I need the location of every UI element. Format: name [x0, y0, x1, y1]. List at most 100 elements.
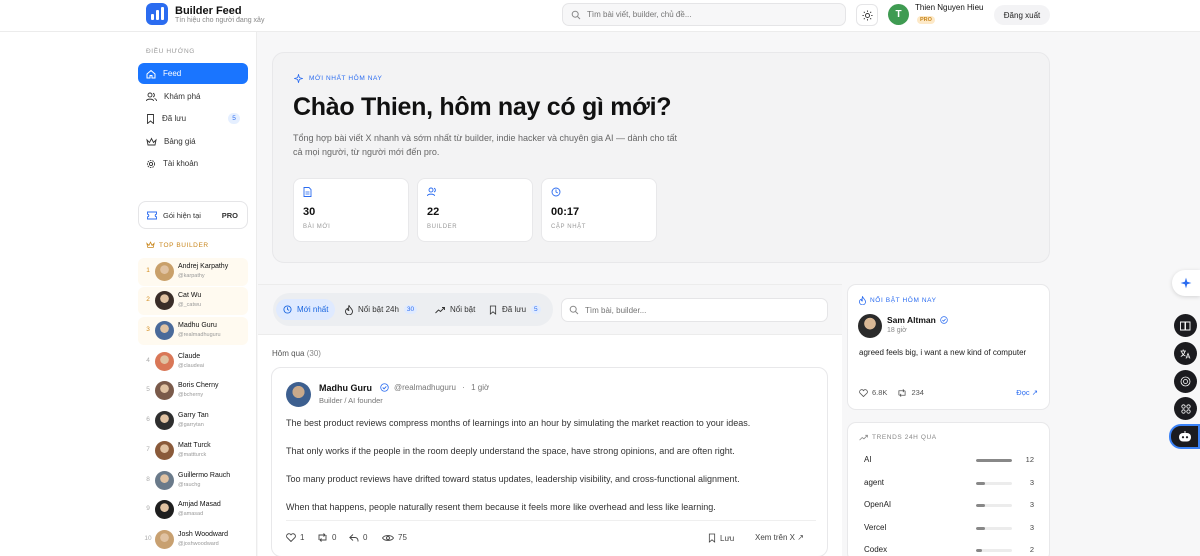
highlight-card[interactable]: NỔI BẬT HÔM NAY Sam Altman 18 giờ agreed… [847, 284, 1050, 410]
top-builder-row[interactable]: 5 Boris Cherny @bcherny [138, 377, 248, 405]
grid-icon [1180, 403, 1191, 414]
builder-handle: @garrytan [178, 422, 204, 428]
top-builder-row[interactable]: 6 Garry Tan @garrytan [138, 407, 248, 435]
bookmark-icon [147, 113, 154, 124]
sidebar-item-explore[interactable]: Khám phá [138, 86, 248, 107]
post-author-name[interactable]: Madhu Guru [319, 383, 372, 393]
user-avatar[interactable]: T [888, 4, 909, 25]
view-on-x-label: Xem trên X ↗ [755, 533, 804, 542]
trend-bar-fill [976, 459, 1012, 462]
assistant-sparkle-button[interactable] [1172, 270, 1200, 296]
post-author-avatar[interactable] [286, 382, 311, 407]
highlight-label: NỔI BẬT HÔM NAY [870, 297, 937, 304]
tab-latest[interactable]: Mới nhất [276, 299, 336, 320]
app-logo-icon[interactable] [146, 3, 168, 25]
top-builder-row[interactable]: 8 Guillermo Rauch @rauchg [138, 467, 248, 495]
stat-value: 00:17 [551, 206, 580, 218]
repost-button[interactable]: 0 [317, 533, 336, 542]
reply-button[interactable]: 0 [349, 533, 367, 542]
stat-builders: 22 BUILDER [417, 178, 533, 242]
post-author-handle[interactable]: @realmadhuguru [394, 383, 456, 392]
top-builder-label: TOP BUILDER [146, 241, 209, 249]
crown-icon [146, 136, 157, 145]
stat-value: 22 [427, 206, 440, 218]
top-builder-row[interactable]: 1 Andrej Karpathy @karpathy [138, 258, 248, 286]
builder-avatar [155, 411, 174, 430]
tab-label: Mới nhất [297, 305, 329, 314]
highlight-author-text: Sam Altman [887, 315, 936, 325]
stat-label: CẬP NHẬT [551, 224, 587, 230]
document-icon [303, 187, 312, 197]
builder-avatar [155, 500, 174, 519]
builder-handle: @karpathy [178, 273, 205, 279]
chat-bot-button[interactable] [1169, 424, 1200, 449]
apps-tool-button[interactable] [1174, 397, 1197, 420]
nav-section-label: ĐIỀU HƯỚNG [146, 48, 195, 55]
trend-row[interactable]: Vercel 3 [864, 523, 1039, 535]
top-builder-title: TOP BUILDER [159, 241, 209, 249]
theme-toggle-button[interactable] [856, 4, 878, 26]
user-plan-badge: PRO [917, 16, 935, 24]
trend-row[interactable]: AI 12 [864, 455, 1039, 467]
view-on-x-link[interactable]: Xem trên X ↗ [755, 533, 804, 542]
builder-avatar [155, 381, 174, 400]
trend-row[interactable]: OpenAI 3 [864, 500, 1039, 512]
app-title[interactable]: Builder Feed [175, 5, 242, 17]
top-builder-row[interactable]: 4 Claude @claudeai [138, 348, 248, 376]
translate-tool-button[interactable] [1174, 342, 1197, 365]
reader-tool-button[interactable] [1174, 314, 1197, 337]
stat-value: 30 [303, 206, 316, 218]
highlight-read-link[interactable]: Đọc ↗ [1016, 388, 1038, 397]
global-search-input[interactable] [587, 10, 827, 19]
post-paragraph: When that happens, people naturally rese… [286, 502, 716, 512]
clock-icon [283, 305, 292, 314]
sidebar-item-label: Đã lưu [162, 114, 187, 123]
global-search[interactable] [562, 3, 846, 26]
sidebar-item-saved[interactable]: Đã lưu 5 [138, 108, 248, 129]
top-builder-row[interactable]: 7 Matt Turck @mattturck [138, 437, 248, 465]
eye-icon [382, 534, 394, 541]
repost-icon [898, 388, 906, 397]
trend-icon [859, 434, 868, 441]
current-plan-box[interactable]: Gói hiện tại PRO [138, 201, 248, 229]
search-icon [571, 10, 581, 19]
clock-icon [551, 187, 561, 197]
sun-icon [861, 9, 873, 21]
top-builder-row[interactable]: 2 Cat Wu @_catwu [138, 287, 248, 315]
save-button[interactable]: Lưu [708, 533, 734, 543]
feed-search-input[interactable] [585, 305, 815, 315]
post-card[interactable]: Madhu Guru @realmadhuguru · 1 giờ Builde… [271, 367, 828, 556]
builder-rank: 8 [146, 476, 150, 483]
top-builder-row[interactable]: 3 Madhu Guru @realmadhuguru [138, 317, 248, 345]
post-author-role: Builder / AI founder [319, 396, 383, 405]
capture-tool-button[interactable] [1174, 370, 1197, 393]
search-icon [569, 305, 579, 315]
feed-search[interactable] [561, 298, 828, 322]
builder-rank: 4 [146, 357, 150, 364]
trend-bar-fill [976, 504, 985, 507]
sidebar: ĐIỀU HƯỚNG Feed Khám phá Đã lưu 5 Bảng g… [0, 32, 257, 556]
highlight-label-row: NỔI BẬT HÔM NAY [859, 296, 937, 305]
tab-trending[interactable]: Nổi bật [428, 299, 482, 320]
top-builder-row[interactable]: 9 Amjad Masad @amasad [138, 496, 248, 524]
trend-row[interactable]: agent 3 [864, 478, 1039, 490]
sidebar-item-label: Bảng giá [164, 137, 196, 146]
tab-hot-24h[interactable]: Nổi bật 24h 30 [338, 299, 424, 320]
trend-bar-fill [976, 526, 985, 530]
top-builder-row[interactable]: 10 Josh Woodward @joshwoodward [138, 526, 248, 554]
tab-saved[interactable]: Đã lưu 5 [482, 299, 548, 320]
highlight-author-name[interactable]: Sam Altman [887, 315, 948, 325]
trend-name: Codex [864, 545, 888, 554]
sidebar-item-feed[interactable]: Feed [138, 63, 248, 84]
trend-name: agent [864, 477, 885, 487]
like-button[interactable]: 1 [286, 533, 304, 542]
logout-button[interactable]: Đăng xuất [994, 5, 1050, 25]
gear-icon [146, 159, 156, 168]
hero-tag-label: MỚI NHẤT HÔM NAY [309, 75, 383, 82]
sidebar-item-account[interactable]: Tài khoản [138, 153, 248, 174]
sidebar-item-pricing[interactable]: Bảng giá [138, 131, 248, 152]
tab-label: Nổi bật 24h [358, 305, 399, 314]
highlight-author-avatar[interactable] [858, 314, 882, 338]
tab-count-badge: 5 [531, 305, 541, 314]
trend-row[interactable]: Codex 2 [864, 545, 1039, 556]
